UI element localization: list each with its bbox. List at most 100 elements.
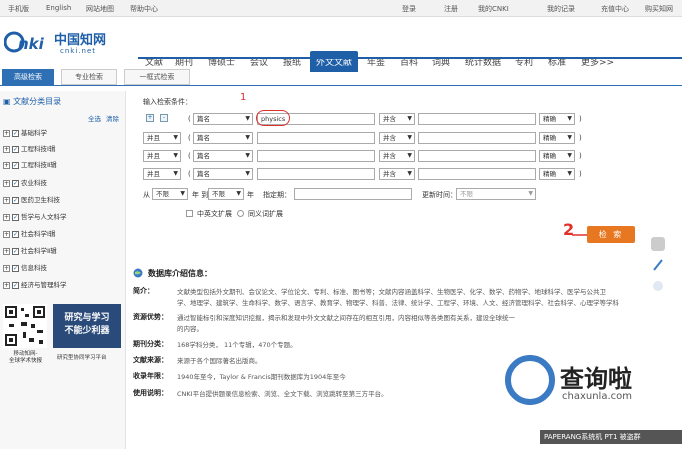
buy-link[interactable]: 购买知网 [645,4,673,14]
operator-select[interactable]: 并含 ▼ [379,113,415,125]
remove-row-icon[interactable]: - [160,114,168,122]
logic-select[interactable]: 并且 ▼ [143,168,181,180]
ad-panel[interactable]: 研究与学习 不能少利器 移动知网- 全球学术快报 研究型协同学习平台 [3,304,121,366]
field-select[interactable]: 篇名 ▼ [193,168,253,180]
keyword-input-2[interactable] [418,168,536,180]
logic-select[interactable]: 并且 ▼ [143,132,181,144]
match-select[interactable]: 精确 ▼ [539,132,575,144]
category-item[interactable]: + ✓ 工程科技Ⅰ辑 [3,143,55,153]
share-icon[interactable] [652,280,664,292]
sitemap-link[interactable]: 网站地图 [86,4,114,14]
keyword-input-1[interactable] [257,132,375,144]
expand-icon[interactable]: + [3,213,10,221]
from-year-select[interactable]: 不限 ▼ [152,188,188,200]
info-text: 学、地理学、建筑学、生命科学、数学、语言学、教育学、物理学、科普、法律、统计学、… [177,299,619,307]
tab-professional-search[interactable]: 专业检索 [61,69,117,85]
keyword-input-2[interactable] [418,150,536,162]
expand-icon[interactable]: + [3,281,10,289]
cn-ext-checkbox[interactable] [186,210,193,217]
expand-icon[interactable]: + [3,247,10,255]
select-all-link[interactable]: 全选 [88,113,101,123]
help-link[interactable]: 帮助中心 [130,4,158,14]
logic-select[interactable]: 并且 ▼ [143,150,181,162]
info-text: CNKI平台提供题录信息检索、浏览、全文下载、浏览跳转至第三方平台。 [177,390,388,398]
keyword-input-2[interactable] [418,132,536,144]
checkbox-icon[interactable]: ✓ [12,247,19,255]
paren-open: ( [188,134,191,142]
period-input[interactable] [294,188,412,200]
category-item[interactable]: + ✓ 工程科技Ⅱ辑 [3,159,57,169]
field-select[interactable]: 篇名 ▼ [193,150,253,162]
expand-icon[interactable]: + [3,196,10,204]
tab-advanced-search[interactable]: 高级检索 [2,69,54,85]
clear-link[interactable]: 清除 [106,113,119,123]
ad-banner[interactable]: 研究与学习 不能少利器 [53,304,121,348]
update-time-select[interactable]: 不限 ▼ [456,188,536,200]
ad-caption-left: 移动知网- 全球学术快报 [9,351,42,365]
expand-icon[interactable]: + [3,264,10,272]
category-item[interactable]: + ✓ 基础科学 [3,127,47,137]
synonym-ext-checkbox[interactable] [237,210,244,217]
dropdown-arrow-icon: ▼ [173,170,178,177]
category-item[interactable]: + ✓ 社会科学Ⅱ辑 [3,245,57,255]
top-bar: 手机版 English 网站地图 帮助中心 登录 注册 我的CNKI 我的记录 … [0,0,682,17]
mobile-link[interactable]: 手机版 [8,4,29,14]
category-item[interactable]: + ✓ 农业科技 [3,177,47,187]
recharge-link[interactable]: 充值中心 [601,4,629,14]
match-select[interactable]: 精确 ▼ [539,150,575,162]
logo-url-text: cnki.net [60,47,96,55]
expand-icon[interactable]: + [3,145,10,153]
info-text: 通过智能标引和深度知识挖掘，揭示和发现中外文文献之间存在的相互引用，内容相似等各… [177,314,515,322]
watermark-brand: 查询啦 [560,365,632,393]
checkbox-icon[interactable]: ✓ [12,179,19,187]
dropdown-arrow-icon: ▼ [245,134,250,141]
chat-icon[interactable] [651,237,665,251]
add-row-icon[interactable]: + [146,114,154,122]
category-item[interactable]: + ✓ 医药卫生科技 [3,194,60,204]
dropdown-arrow-icon: ▼ [180,190,185,197]
keyword-input-1[interactable] [257,150,375,162]
pen-icon[interactable] [652,258,664,272]
keyword-input-1[interactable] [257,168,375,180]
category-item[interactable]: + ✓ 经济与管理科学 [3,279,67,289]
expand-icon[interactable]: + [3,129,10,137]
mycnki-link[interactable]: 我的CNKI [478,4,509,14]
keyword-input-2[interactable] [418,113,536,125]
expand-icon[interactable]: + [3,230,10,238]
category-item[interactable]: + ✓ 信息科技 [3,262,47,272]
to-year-select[interactable]: 不限 ▼ [208,188,244,200]
ad-caption3: 研究型协同学习平台 [57,355,107,361]
records-link[interactable]: 我的记录 [547,4,575,14]
category-item[interactable]: + ✓ 社会科学Ⅰ辑 [3,228,55,238]
expand-icon[interactable]: + [3,161,10,169]
checkbox-icon[interactable]: ✓ [12,196,19,204]
match-select[interactable]: 精确 ▼ [539,113,575,125]
category-item[interactable]: + ✓ 哲学与人文科学 [3,211,67,221]
search-button[interactable]: 检 索 [587,226,635,243]
checkbox-icon[interactable]: ✓ [12,281,19,289]
login-link[interactable]: 登录 [402,4,416,14]
tab-single-box-search[interactable]: 一框式检索 [124,69,190,85]
operator-select[interactable]: 并含 ▼ [379,132,415,144]
match-select[interactable]: 精确 ▼ [539,168,575,180]
annotation-arrow-icon [572,234,588,236]
field-select[interactable]: 篇名 ▼ [193,113,253,125]
checkbox-icon[interactable]: ✓ [12,264,19,272]
operator-select[interactable]: 并含 ▼ [379,168,415,180]
ad-line1: 研究与学习 [64,313,110,323]
checkbox-icon[interactable]: ✓ [12,161,19,169]
checkbox-icon[interactable]: ✓ [12,213,19,221]
operator-select[interactable]: 并含 ▼ [379,150,415,162]
english-link[interactable]: English [46,4,71,12]
checkbox-icon[interactable]: ✓ [12,129,19,137]
watermark-logo-icon [505,355,555,405]
checkbox-icon[interactable]: ✓ [12,145,19,153]
cnki-logo[interactable]: nki 中国知网 cnki.net [3,29,114,61]
category-label: 社会科学Ⅰ辑 [21,230,56,238]
field-select[interactable]: 篇名 ▼ [193,132,253,144]
logic-value: 并且 [147,134,160,142]
expand-icon[interactable]: + [3,179,10,187]
nav-foreign-literature[interactable]: 外文文献 [310,51,359,72]
checkbox-icon[interactable]: ✓ [12,230,19,238]
register-link[interactable]: 注册 [444,4,458,14]
